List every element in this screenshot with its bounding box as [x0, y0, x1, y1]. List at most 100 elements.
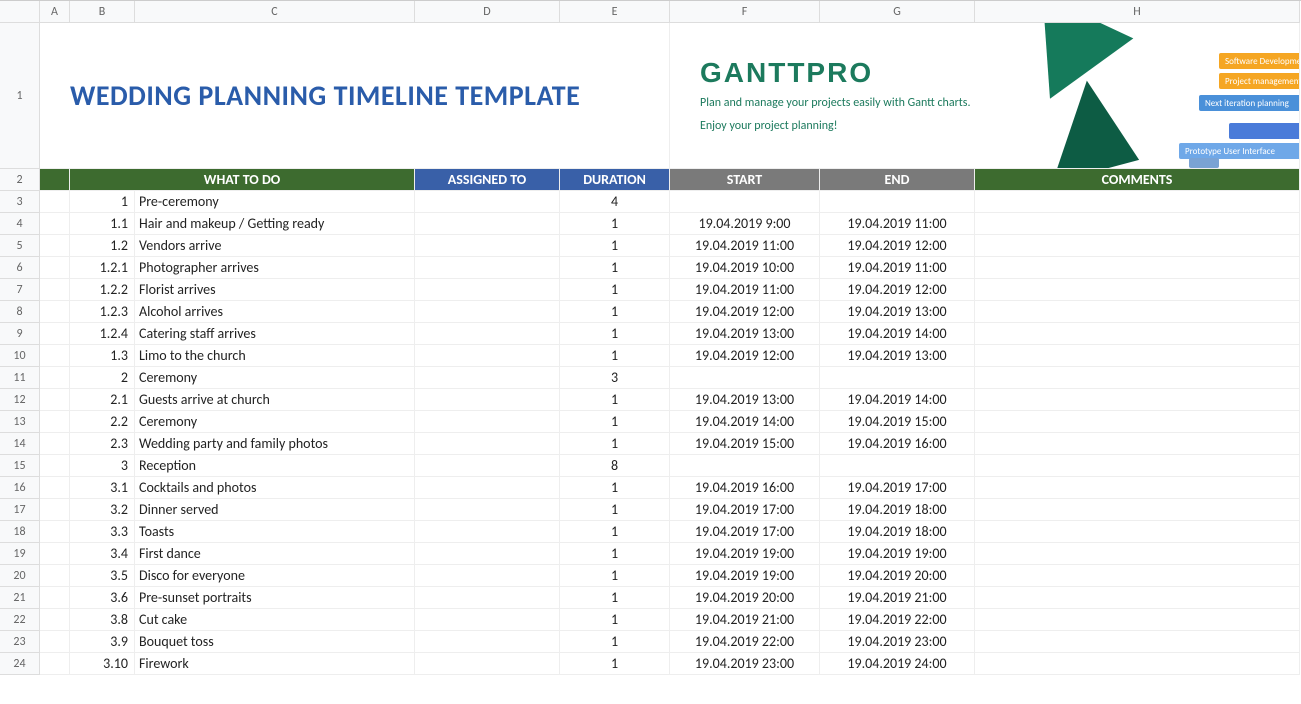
cell-blank[interactable] — [40, 455, 70, 477]
cell-start[interactable]: 19.04.2019 23:00 — [670, 653, 820, 675]
cell-end[interactable]: 19.04.2019 18:00 — [820, 499, 975, 521]
cell-comments[interactable] — [975, 367, 1300, 389]
cell-end[interactable] — [820, 191, 975, 213]
cell-blank[interactable] — [40, 565, 70, 587]
cell-assigned[interactable] — [415, 653, 560, 675]
cell-end[interactable]: 19.04.2019 11:00 — [820, 257, 975, 279]
cell-start[interactable]: 19.04.2019 19:00 — [670, 543, 820, 565]
cell-task-name[interactable]: First dance — [135, 543, 415, 565]
cell-assigned[interactable] — [415, 631, 560, 653]
row-header-12[interactable]: 12 — [0, 389, 40, 411]
cell-blank[interactable] — [40, 367, 70, 389]
cell-blank[interactable] — [40, 257, 70, 279]
cell-task-name[interactable]: Vendors arrive — [135, 235, 415, 257]
cell-task-number[interactable]: 3.3 — [70, 521, 135, 543]
cell-task-number[interactable]: 1.2.3 — [70, 301, 135, 323]
row-header-16[interactable]: 16 — [0, 477, 40, 499]
cell-duration[interactable]: 4 — [560, 191, 670, 213]
cell-duration[interactable]: 1 — [560, 477, 670, 499]
cell-comments[interactable] — [975, 543, 1300, 565]
cell-start[interactable] — [670, 191, 820, 213]
cell-end[interactable]: 19.04.2019 23:00 — [820, 631, 975, 653]
cell-start[interactable]: 19.04.2019 20:00 — [670, 587, 820, 609]
cell-blank[interactable] — [40, 631, 70, 653]
cell-end[interactable]: 19.04.2019 14:00 — [820, 389, 975, 411]
cell-duration[interactable]: 1 — [560, 653, 670, 675]
cell-duration[interactable]: 1 — [560, 235, 670, 257]
cell-comments[interactable] — [975, 433, 1300, 455]
cell-assigned[interactable] — [415, 213, 560, 235]
cell-task-number[interactable]: 3.4 — [70, 543, 135, 565]
cell-comments[interactable] — [975, 257, 1300, 279]
header-blank[interactable] — [40, 169, 70, 191]
row-header-10[interactable]: 10 — [0, 345, 40, 367]
cell-assigned[interactable] — [415, 499, 560, 521]
cell-task-number[interactable]: 2.3 — [70, 433, 135, 455]
cell-task-number[interactable]: 3.9 — [70, 631, 135, 653]
cell-assigned[interactable] — [415, 609, 560, 631]
row-header-24[interactable]: 24 — [0, 653, 40, 675]
cell-start[interactable]: 19.04.2019 12:00 — [670, 301, 820, 323]
cell-task-name[interactable]: Alcohol arrives — [135, 301, 415, 323]
row-header-9[interactable]: 9 — [0, 323, 40, 345]
cell-duration[interactable]: 1 — [560, 587, 670, 609]
cell-assigned[interactable] — [415, 433, 560, 455]
row-header-18[interactable]: 18 — [0, 521, 40, 543]
cell-end[interactable]: 19.04.2019 15:00 — [820, 411, 975, 433]
cell-comments[interactable] — [975, 499, 1300, 521]
cell-blank[interactable] — [40, 389, 70, 411]
cell-end[interactable]: 19.04.2019 21:00 — [820, 587, 975, 609]
cell-comments[interactable] — [975, 477, 1300, 499]
cell-duration[interactable]: 1 — [560, 609, 670, 631]
cell-task-number[interactable]: 1.2.2 — [70, 279, 135, 301]
cell-start[interactable]: 19.04.2019 14:00 — [670, 411, 820, 433]
cell-task-number[interactable]: 2 — [70, 367, 135, 389]
cell-duration[interactable]: 1 — [560, 323, 670, 345]
cell-task-name[interactable]: Cut cake — [135, 609, 415, 631]
select-all-corner[interactable] — [0, 1, 40, 23]
cell-task-number[interactable]: 3.6 — [70, 587, 135, 609]
cell-comments[interactable] — [975, 521, 1300, 543]
cell-end[interactable]: 19.04.2019 13:00 — [820, 301, 975, 323]
cell-assigned[interactable] — [415, 543, 560, 565]
cell-blank[interactable] — [40, 521, 70, 543]
cell-end[interactable]: 19.04.2019 19:00 — [820, 543, 975, 565]
cell-comments[interactable] — [975, 455, 1300, 477]
cell-blank[interactable] — [40, 235, 70, 257]
cell-task-number[interactable]: 1.2.1 — [70, 257, 135, 279]
cell-task-number[interactable]: 2.2 — [70, 411, 135, 433]
cell-task-number[interactable]: 1.2 — [70, 235, 135, 257]
row-header-8[interactable]: 8 — [0, 301, 40, 323]
cell-comments[interactable] — [975, 279, 1300, 301]
row-header-7[interactable]: 7 — [0, 279, 40, 301]
cell-task-name[interactable]: Limo to the church — [135, 345, 415, 367]
cell-task-number[interactable]: 1.3 — [70, 345, 135, 367]
cell-blank[interactable] — [40, 587, 70, 609]
row-header-23[interactable]: 23 — [0, 631, 40, 653]
cell-end[interactable]: 19.04.2019 13:00 — [820, 345, 975, 367]
cell-task-number[interactable]: 1.1 — [70, 213, 135, 235]
header-duration[interactable]: DURATION — [560, 169, 670, 191]
cell-task-name[interactable]: Florist arrives — [135, 279, 415, 301]
title-cell[interactable]: WEDDING PLANNING TIMELINE TEMPLATE — [40, 23, 670, 169]
cell-task-name[interactable]: Catering staff arrives — [135, 323, 415, 345]
row-header-2[interactable]: 2 — [0, 169, 40, 191]
cell-start[interactable]: 19.04.2019 16:00 — [670, 477, 820, 499]
cell-blank[interactable] — [40, 323, 70, 345]
cell-comments[interactable] — [975, 411, 1300, 433]
cell-blank[interactable] — [40, 477, 70, 499]
cell-start[interactable]: 19.04.2019 19:00 — [670, 565, 820, 587]
cell-comments[interactable] — [975, 653, 1300, 675]
cell-end[interactable]: 19.04.2019 17:00 — [820, 477, 975, 499]
cell-blank[interactable] — [40, 279, 70, 301]
cell-task-name[interactable]: Wedding party and family photos — [135, 433, 415, 455]
cell-task-name[interactable]: Cocktails and photos — [135, 477, 415, 499]
cell-task-name[interactable]: Pre-sunset portraits — [135, 587, 415, 609]
cell-comments[interactable] — [975, 565, 1300, 587]
cell-duration[interactable]: 1 — [560, 499, 670, 521]
cell-start[interactable]: 19.04.2019 22:00 — [670, 631, 820, 653]
cell-blank[interactable] — [40, 191, 70, 213]
cell-comments[interactable] — [975, 609, 1300, 631]
cell-start[interactable] — [670, 455, 820, 477]
cell-start[interactable]: 19.04.2019 17:00 — [670, 499, 820, 521]
